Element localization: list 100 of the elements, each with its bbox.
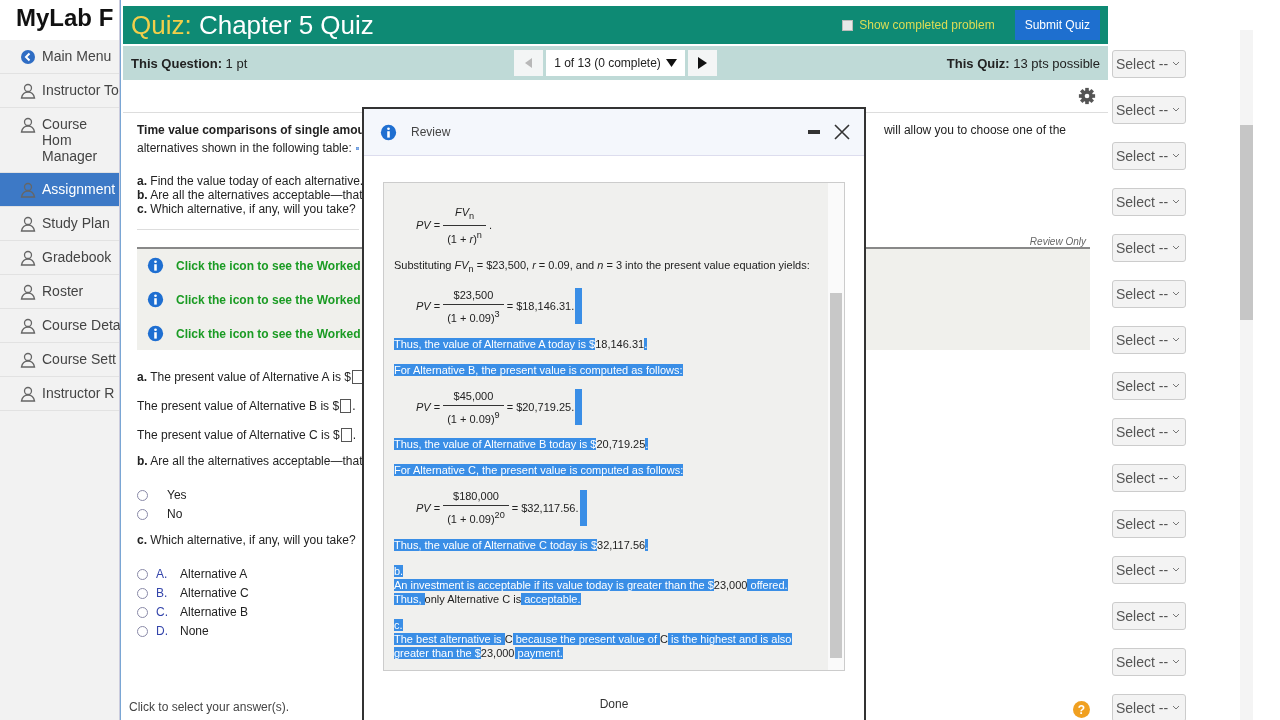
- sidebar-item[interactable]: Main Menu: [0, 40, 119, 74]
- radio-button[interactable]: [137, 568, 148, 580]
- select-dropdown[interactable]: Select --: [1112, 188, 1186, 216]
- sidebar-item[interactable]: Gradebook: [0, 241, 119, 275]
- formula: PV = FV$_{n}$ (1 + r)$^{n}$ .: [416, 205, 493, 246]
- close-button[interactable]: [834, 124, 850, 140]
- chevron-icon: [1172, 659, 1181, 665]
- select-dropdown[interactable]: Select --: [1112, 464, 1186, 492]
- radio-button[interactable]: [137, 508, 148, 520]
- chevron-icon: [1172, 245, 1181, 251]
- sidebar-item[interactable]: Course Deta: [0, 309, 119, 343]
- radio-button[interactable]: [137, 587, 148, 599]
- person-icon: [20, 216, 36, 232]
- sidebar-item[interactable]: Instructor R: [0, 377, 119, 411]
- answer-prompt: The present value of Alternative C is $: [137, 428, 340, 442]
- person-icon: [20, 83, 36, 99]
- checkbox[interactable]: [842, 19, 854, 31]
- radio-button[interactable]: [137, 625, 148, 637]
- select-dropdown[interactable]: Select --: [1112, 510, 1186, 538]
- info-icon[interactable]: [380, 123, 397, 141]
- formula: PV = $180,000 (1 + 0.09)$^{20}$ = $32,117.56.: [416, 489, 810, 526]
- formula: PV = $23,500 (1 + 0.09)$^{3}$ = $18,146.31.: [416, 288, 810, 325]
- select-dropdown[interactable]: Select --: [1112, 372, 1186, 400]
- chevron-icon: [1172, 107, 1181, 113]
- select-dropdown[interactable]: Select --: [1112, 602, 1186, 630]
- select-dropdown[interactable]: Select --: [1112, 142, 1186, 170]
- quiz-points: This Quiz: 13 pts possible: [945, 55, 1100, 71]
- quiz-title: Quiz: Chapter 5 Quiz: [131, 9, 375, 41]
- task-text: c. Which alternative, if any, will you take?: [137, 202, 357, 216]
- sidebar-item[interactable]: Roster: [0, 275, 119, 309]
- chevron-icon: [1172, 383, 1181, 389]
- option-letter: A.: [156, 567, 169, 581]
- person-icon: [20, 284, 36, 300]
- person-icon: [20, 318, 36, 334]
- scrollbar[interactable]: [1240, 30, 1253, 720]
- question-text: b. Are all the alternatives acceptable—that: [137, 454, 363, 468]
- answer-field[interactable]: [351, 370, 363, 384]
- option-letter: D.: [156, 624, 169, 638]
- info-icon[interactable]: [147, 325, 164, 342]
- checkbox-label: Show completed problem: [859, 18, 995, 32]
- chevron-icon: [1172, 61, 1181, 67]
- select-dropdown[interactable]: Select --: [1112, 96, 1186, 124]
- chevron-icon: [1172, 567, 1181, 573]
- radio-button[interactable]: [137, 489, 148, 501]
- question-text: alternatives shown in the following table:: [137, 141, 352, 155]
- period-text: .: [352, 428, 357, 442]
- chevron-icon: [1172, 613, 1181, 619]
- chevron-icon: [1172, 521, 1181, 527]
- sidebar-item[interactable]: Assignment: [0, 173, 119, 207]
- left-arrow-icon: [525, 58, 533, 68]
- option-label: Alternative C: [180, 586, 249, 600]
- chevron-icon: [1172, 705, 1181, 711]
- explanation-text: b.: [394, 564, 405, 578]
- select-dropdown[interactable]: Select --: [1112, 50, 1186, 78]
- review-only-label: Review Only: [1029, 236, 1086, 247]
- radio-button[interactable]: [137, 606, 148, 618]
- option-label: No: [167, 507, 183, 521]
- select-dropdown[interactable]: Select --: [1112, 418, 1186, 446]
- answer-field[interactable]: [340, 399, 352, 413]
- person-icon: [20, 117, 36, 133]
- answer-field[interactable]: [340, 428, 352, 442]
- next-button[interactable]: [687, 50, 717, 76]
- question-selector[interactable]: 1 of 13 (0 complete): [546, 50, 685, 76]
- submit-button[interactable]: Submit Quiz: [1014, 10, 1100, 40]
- right-arrow-icon: [697, 57, 707, 69]
- hint-text: Click the icon to see the Worked: [176, 292, 361, 307]
- select-dropdown[interactable]: Select --: [1112, 648, 1186, 676]
- close-icon: [834, 124, 850, 140]
- period-text: .: [352, 399, 356, 413]
- explanation-text: Thus, the value of Alternative B today is $20,719.25.: [394, 437, 650, 452]
- select-dropdown[interactable]: Select --: [1112, 694, 1186, 720]
- sidebar-item[interactable]: Instructor To: [0, 74, 119, 108]
- sidebar-item[interactable]: Course Sett: [0, 343, 119, 377]
- option-label: None: [180, 624, 209, 638]
- info-icon[interactable]: [147, 291, 164, 308]
- answer-prompt: a. The present value of Alternative A is $: [137, 370, 351, 384]
- minimize-icon: [808, 130, 820, 134]
- hint-text: Click the icon to see the Worked: [176, 326, 361, 341]
- scrollbar[interactable]: [828, 183, 844, 670]
- settings-icon[interactable]: [1078, 87, 1096, 105]
- explanation-text: Substituting FV$_{n}$ = $23,500, r = 0.09, and n = 3 into the present value equation yields:: [394, 257, 810, 277]
- question-text: c. Which alternative, if any, will you take?: [137, 533, 356, 547]
- sidebar-item[interactable]: Study Plan: [0, 207, 119, 241]
- question-text: will allow you to choose one of the: [883, 123, 1066, 139]
- person-icon: [20, 386, 36, 402]
- option-label: Yes: [167, 488, 187, 502]
- chevron-icon: [1172, 153, 1181, 159]
- select-dropdown[interactable]: Select --: [1112, 326, 1186, 354]
- info-icon[interactable]: [147, 257, 164, 274]
- explanation-text: c.: [394, 618, 404, 632]
- select-dropdown[interactable]: Select --: [1112, 234, 1186, 262]
- hint-text: Click the icon to see the Worked: [176, 258, 361, 273]
- select-dropdown[interactable]: Select --: [1112, 280, 1186, 308]
- explanation-text: For Alternative B, the present value is computed as follows:: [394, 362, 684, 377]
- back-icon: [20, 49, 36, 65]
- select-dropdown[interactable]: Select --: [1112, 556, 1186, 584]
- person-icon: [20, 182, 36, 198]
- option-label: Alternative A: [180, 567, 248, 581]
- chevron-icon: [1172, 429, 1181, 435]
- done-button[interactable]: Done: [589, 693, 639, 715]
